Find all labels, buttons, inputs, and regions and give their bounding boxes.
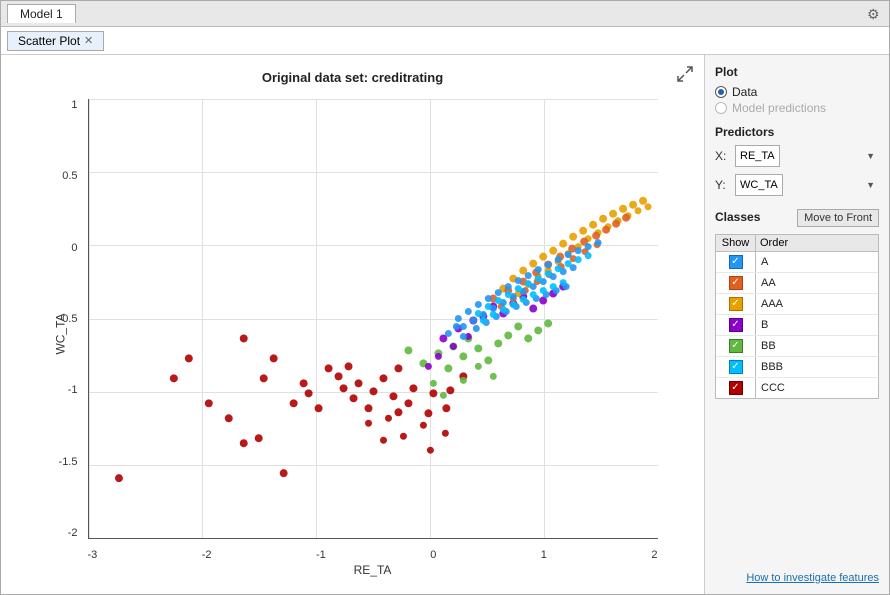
checkbox-aa: ✓ — [729, 276, 743, 290]
model-predictions-radio[interactable]: Model predictions — [715, 101, 879, 115]
classes-header: Classes Move to Front — [715, 209, 879, 227]
class-name-ccc: CCC — [756, 380, 878, 396]
col-order-header: Order — [756, 235, 878, 251]
predictors-section: Predictors X: RE_TA Y: WC_TA — [715, 125, 879, 199]
toolbar: Scatter Plot ✕ — [1, 27, 889, 55]
checkbox-a: ✓ — [729, 255, 743, 269]
y-label-m15: -1.5 — [59, 456, 78, 468]
chart-title: Original data set: creditrating — [262, 70, 443, 85]
y-select-wrapper: WC_TA — [735, 174, 879, 196]
class-row-bb: ✓ BB — [716, 336, 878, 357]
class-row-aaa: ✓ AAA — [716, 294, 878, 315]
checkbox-bbb: ✓ — [729, 360, 743, 374]
class-row-bbb: ✓ BBB — [716, 357, 878, 378]
class-name-aa: AA — [756, 275, 878, 291]
checkbox-ccc: ✓ — [729, 381, 743, 395]
plot-section: Plot Data Model predictions — [715, 65, 879, 115]
x-predictor-select[interactable]: RE_TA — [735, 145, 780, 167]
col-show-header: Show — [716, 235, 756, 251]
plot-area: Original data set: creditrating 1 0.5 0 … — [1, 55, 704, 594]
class-check-b[interactable]: ✓ — [716, 315, 756, 335]
class-check-aaa[interactable]: ✓ — [716, 294, 756, 314]
data-radio-circle — [715, 86, 727, 98]
predictors-label: Predictors — [715, 125, 879, 139]
radio-group: Data Model predictions — [715, 85, 879, 115]
class-check-bb[interactable]: ✓ — [716, 336, 756, 356]
x-label-0: 0 — [430, 549, 436, 561]
checkbox-bb: ✓ — [729, 339, 743, 353]
class-check-ccc[interactable]: ✓ — [716, 378, 756, 398]
x-select-wrapper: RE_TA — [735, 145, 879, 167]
model1-tab[interactable]: Model 1 — [7, 4, 76, 23]
class-name-bb: BB — [756, 338, 878, 354]
class-check-aa[interactable]: ✓ — [716, 273, 756, 293]
x-predictor-key: X: — [715, 149, 730, 163]
y-label-1: 1 — [71, 99, 77, 111]
class-check-bbb[interactable]: ✓ — [716, 357, 756, 377]
data-radio-label: Data — [732, 85, 757, 99]
title-tabs: Model 1 — [7, 4, 76, 23]
right-panel: Plot Data Model predictions Predictors — [704, 55, 889, 594]
y-label-m2: -2 — [68, 527, 78, 539]
title-bar: Model 1 ⚙ — [1, 1, 889, 27]
chart-inner — [88, 99, 658, 539]
scatter-tab-label: Scatter Plot — [18, 34, 80, 48]
model-predictions-radio-circle — [715, 102, 727, 114]
move-to-front-button[interactable]: Move to Front — [797, 209, 879, 227]
y-label-0: 0 — [71, 242, 77, 254]
classes-section: Classes Move to Front Show Order ✓ — [715, 209, 879, 399]
data-radio[interactable]: Data — [715, 85, 879, 99]
settings-icon[interactable]: ⚙ — [867, 6, 883, 22]
class-row-a: ✓ A — [716, 252, 878, 273]
class-name-aaa: AAA — [756, 296, 878, 312]
x-axis-title: RE_TA — [88, 563, 658, 577]
y-predictor-row: Y: WC_TA — [715, 174, 879, 196]
expand-icon[interactable] — [676, 65, 694, 86]
class-row-aa: ✓ AA — [716, 273, 878, 294]
y-predictor-select[interactable]: WC_TA — [735, 174, 783, 196]
model-predictions-label: Model predictions — [732, 101, 826, 115]
chart-container: 1 0.5 0 -0.5 -1 -1.5 -2 WC_TA — [38, 89, 668, 579]
scatter-plot-tab[interactable]: Scatter Plot ✕ — [7, 31, 104, 51]
class-row-b: ✓ B — [716, 315, 878, 336]
x-label-m1: -1 — [316, 549, 326, 561]
scatter-plot-svg — [89, 99, 658, 538]
classes-table: Show Order ✓ A — [715, 234, 879, 399]
x-label-m2: -2 — [202, 549, 212, 561]
main-window: Model 1 ⚙ Scatter Plot ✕ Original data s… — [0, 0, 890, 595]
class-row-ccc: ✓ CCC — [716, 378, 878, 398]
class-check-a[interactable]: ✓ — [716, 252, 756, 272]
content-area: Original data set: creditrating 1 0.5 0 … — [1, 55, 889, 594]
grid-h-6 — [89, 538, 658, 539]
how-to-container: How to investigate features — [715, 409, 879, 584]
x-predictor-row: X: RE_TA — [715, 145, 879, 167]
x-label-1: 1 — [541, 549, 547, 561]
how-to-investigate-link[interactable]: How to investigate features — [746, 572, 879, 584]
class-name-b: B — [756, 317, 878, 333]
x-label-2: 2 — [651, 549, 657, 561]
x-label-m3: -3 — [88, 549, 98, 561]
classes-label: Classes — [715, 210, 760, 224]
close-scatter-tab[interactable]: ✕ — [84, 34, 93, 47]
class-name-bbb: BBB — [756, 359, 878, 375]
y-predictor-key: Y: — [715, 178, 730, 192]
classes-table-header: Show Order — [716, 235, 878, 252]
y-label-m1: -1 — [68, 384, 78, 396]
class-name-a: A — [756, 254, 878, 270]
checkbox-aaa: ✓ — [729, 297, 743, 311]
plot-label: Plot — [715, 65, 879, 79]
y-axis-title: WC_TA — [53, 313, 67, 354]
y-label-05: 0.5 — [62, 170, 77, 182]
checkbox-b: ✓ — [729, 318, 743, 332]
